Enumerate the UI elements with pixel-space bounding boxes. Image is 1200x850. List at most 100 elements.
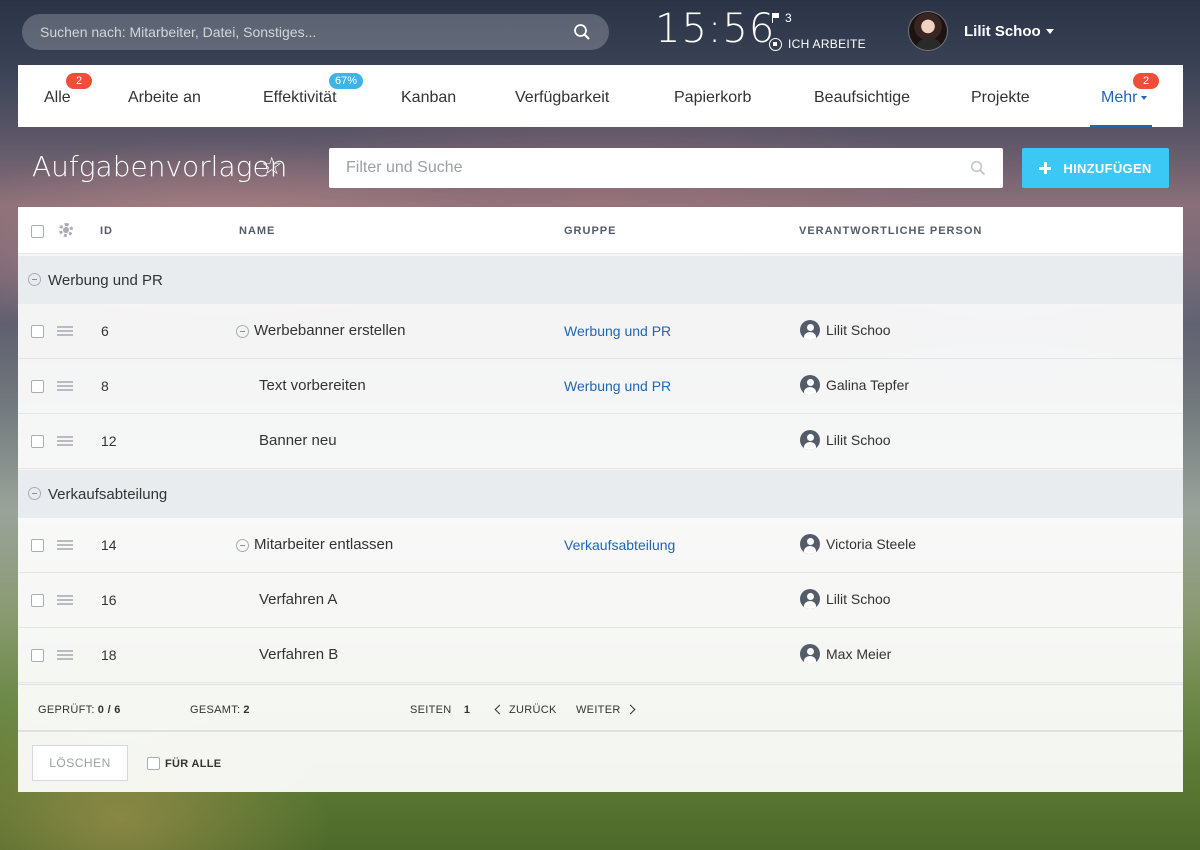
top-bar: Suchen nach: Mitarbeiter, Datei, Sonstig…	[0, 0, 1200, 64]
table-row[interactable]: 18 Verfahren B Max Meier	[18, 628, 1183, 683]
star-icon[interactable]: ☆	[261, 152, 283, 181]
tab-bar: Alle 2 Arbeite an Effektivität 67% Kanba…	[18, 65, 1183, 127]
grid-footer: GEPRÜFT: 0 / 6 GESAMT: 2 SEITEN 1 ZURÜCK W…	[18, 684, 1183, 732]
collapse-icon[interactable]	[236, 539, 249, 552]
cell-person[interactable]: Lilit Schoo	[800, 320, 891, 340]
row-checkbox[interactable]	[31, 539, 44, 552]
cell-person[interactable]: Galina Tepfer	[800, 375, 909, 395]
select-all-checkbox[interactable]	[31, 225, 44, 238]
cell-id: 16	[101, 592, 117, 608]
flag-icon	[772, 13, 780, 23]
grid-header: ID NAME GRUPPE VERANTWORTLICHE PERSON	[18, 207, 1183, 254]
group-label: Werbung und PR	[48, 271, 163, 289]
filter-input[interactable]: Filter und Suche	[346, 159, 970, 177]
tab-effektivitaet[interactable]: Effektivität 67%	[263, 65, 364, 127]
table-row[interactable]: 12 Banner neu Lilit Schoo	[18, 414, 1183, 469]
user-icon	[800, 534, 820, 554]
chevron-down-icon[interactable]	[1046, 29, 1054, 34]
collapse-icon[interactable]	[28, 487, 41, 500]
column-header-name[interactable]: NAME	[239, 225, 275, 237]
next-button[interactable]: WEITER	[576, 704, 636, 716]
table-row[interactable]: 14 Mitarbeiter entlassen Verkaufsabteilu…	[18, 518, 1183, 573]
cell-group-link[interactable]: Werbung und PR	[564, 323, 671, 339]
tab-alle[interactable]: Alle 2	[44, 65, 92, 127]
checked-counter: GEPRÜFT: 0 / 6	[38, 704, 121, 716]
delete-button[interactable]: LÖSCHEN	[32, 745, 128, 781]
column-header-id[interactable]: ID	[100, 225, 113, 237]
group-row[interactable]: Verkaufsabteilung	[18, 470, 1183, 518]
stop-icon	[769, 37, 782, 51]
row-checkbox[interactable]	[31, 649, 44, 662]
tab-verfuegbarkeit[interactable]: Verfügbarkeit	[515, 65, 609, 127]
drag-handle-icon[interactable]	[57, 540, 73, 550]
cell-id: 14	[101, 537, 117, 553]
total-value: 2	[243, 704, 250, 716]
drag-handle-icon[interactable]	[57, 326, 73, 336]
chevron-down-icon	[1141, 96, 1148, 100]
add-button[interactable]: HINZUFÜGEN	[1022, 148, 1169, 188]
cell-name[interactable]: Mitarbeiter entlassen	[254, 536, 393, 553]
cell-group-link[interactable]: Werbung und PR	[564, 378, 671, 394]
column-header-group[interactable]: GRUPPE	[564, 225, 616, 237]
plus-icon	[1039, 162, 1052, 174]
row-checkbox[interactable]	[31, 325, 44, 338]
person-name: Max Meier	[826, 646, 892, 662]
tab-projekte[interactable]: Projekte	[971, 65, 1030, 127]
user-name[interactable]: Lilit Schoo	[964, 23, 1041, 40]
tab-papierkorb[interactable]: Papierkorb	[674, 65, 751, 127]
task-template-grid: ID NAME GRUPPE VERANTWORTLICHE PERSON We…	[18, 207, 1183, 792]
cell-person[interactable]: Lilit Schoo	[800, 589, 891, 609]
global-search-input[interactable]: Suchen nach: Mitarbeiter, Datei, Sonstig…	[40, 24, 573, 40]
drag-handle-icon[interactable]	[57, 436, 73, 446]
cell-id: 12	[101, 433, 117, 449]
table-row[interactable]: 16 Verfahren A Lilit Schoo	[18, 573, 1183, 628]
for-all-checkbox[interactable]	[147, 757, 160, 770]
row-checkbox[interactable]	[31, 380, 44, 393]
tab-label: Projekte	[971, 89, 1030, 106]
search-icon[interactable]	[970, 160, 986, 176]
chevron-right-icon	[625, 704, 636, 715]
user-icon	[800, 589, 820, 609]
global-search[interactable]: Suchen nach: Mitarbeiter, Datei, Sonstig…	[22, 14, 609, 50]
tab-label: Beaufsichtige	[814, 89, 911, 106]
work-status-button[interactable]: ICH ARBEITE	[769, 37, 866, 51]
drag-handle-icon[interactable]	[57, 595, 73, 605]
tab-label: Mehr	[1101, 89, 1138, 106]
tab-beaufsichtige[interactable]: Beaufsichtige	[814, 65, 910, 127]
cell-name[interactable]: Werbebanner erstellen	[254, 322, 405, 339]
back-button[interactable]: ZURÜCK	[494, 704, 557, 716]
avatar[interactable]	[908, 11, 948, 51]
cell-person[interactable]: Victoria Steele	[800, 534, 916, 554]
tab-mehr[interactable]: Mehr 2	[1089, 65, 1159, 127]
group-row[interactable]: Werbung und PR	[18, 256, 1183, 304]
table-row[interactable]: 6 Werbebanner erstellen Werbung und PR L…	[18, 304, 1183, 359]
count-badge: 2	[1133, 73, 1159, 89]
table-row[interactable]: 8 Text vorbereiten Werbung und PR Galina…	[18, 359, 1183, 414]
for-all-option[interactable]: FÜR ALLE	[147, 757, 221, 770]
add-button-label: HINZUFÜGEN	[1063, 160, 1152, 176]
row-checkbox[interactable]	[31, 594, 44, 607]
drag-handle-icon[interactable]	[57, 650, 73, 660]
search-icon[interactable]	[573, 23, 591, 41]
gear-icon[interactable]	[59, 223, 73, 237]
tab-arbeite-an[interactable]: Arbeite an	[128, 65, 201, 127]
collapse-icon[interactable]	[236, 325, 249, 338]
tab-kanban[interactable]: Kanban	[401, 65, 456, 127]
person-name: Lilit Schoo	[826, 591, 891, 607]
row-checkbox[interactable]	[31, 435, 44, 448]
drag-handle-icon[interactable]	[57, 381, 73, 391]
cell-name[interactable]: Verfahren B	[259, 646, 338, 663]
cell-group-link[interactable]: Verkaufsabteilung	[564, 537, 675, 553]
cell-name[interactable]: Text vorbereiten	[259, 377, 366, 394]
flag-counter[interactable]: 3	[772, 11, 792, 25]
person-name: Galina Tepfer	[826, 377, 910, 393]
page-number[interactable]: 1	[464, 704, 470, 716]
cell-person[interactable]: Lilit Schoo	[800, 430, 891, 450]
cell-name[interactable]: Verfahren A	[259, 591, 337, 608]
percent-badge: 67%	[329, 73, 364, 89]
collapse-icon[interactable]	[28, 273, 41, 286]
cell-name[interactable]: Banner neu	[259, 432, 337, 449]
column-header-person[interactable]: VERANTWORTLICHE PERSON	[799, 225, 982, 237]
cell-person[interactable]: Max Meier	[800, 644, 891, 664]
filter-search[interactable]: Filter und Suche	[329, 148, 1003, 188]
